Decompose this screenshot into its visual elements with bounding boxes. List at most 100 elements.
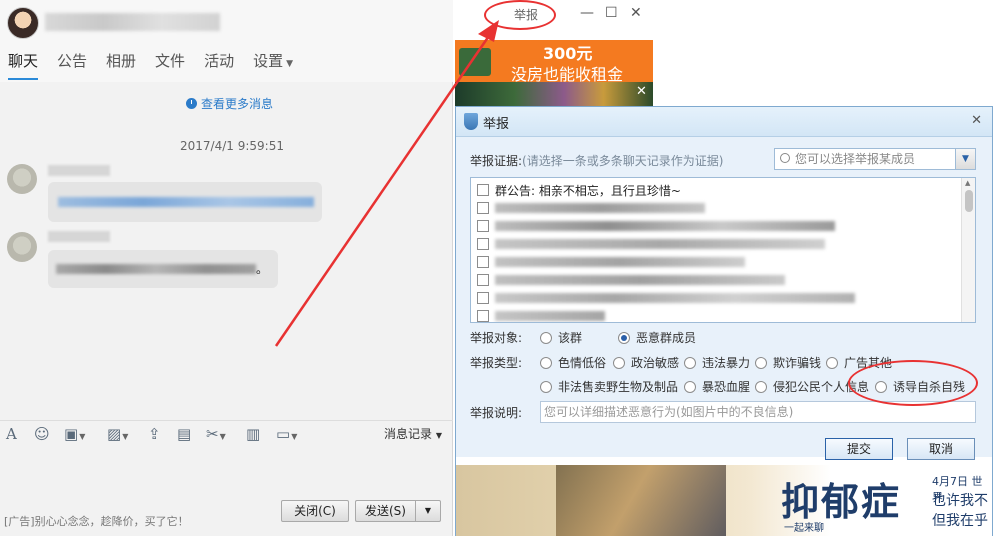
list-item[interactable]: 群公告: 相亲不相忘，且行且珍惜~ [477,182,681,198]
type-radio[interactable] [684,380,696,393]
type-radio-fraud[interactable]: 欺诈骗钱 [755,354,821,371]
screen-share-icon[interactable]: ▭▼ [276,426,297,445]
type-radio-political[interactable]: 政治敏感 [613,354,679,371]
send-options-button[interactable]: ▼ [415,500,441,522]
evidence-text-blurred [495,203,705,213]
target-member-label: 恶意群成员 [636,331,697,345]
list-item[interactable] [477,308,605,322]
type-radio[interactable] [613,356,625,369]
tab-album[interactable]: 相册 [106,50,136,80]
group-name-blurred [45,13,220,31]
evidence-checkbox[interactable] [477,184,489,196]
sender-avatar[interactable] [7,232,37,262]
message-text-blurred [56,264,256,274]
tab-chat[interactable]: 聊天 [8,50,39,80]
target-radio-member[interactable]: 恶意群成员 [618,329,696,346]
group-avatar[interactable] [7,7,39,39]
annotation-ellipse-report [484,0,556,30]
list-item[interactable] [477,272,785,288]
message-record-button[interactable]: 消息记录 ▼ [384,425,442,442]
chevron-down-icon: ▼ [291,432,298,441]
list-item[interactable] [477,290,855,306]
scroll-thumb[interactable] [965,190,973,212]
scissors-icon[interactable]: ✂▼ [206,426,226,445]
type-radio-violence[interactable]: 违法暴力 [684,354,750,371]
upload-icon[interactable]: ⇪ [148,426,161,442]
evidence-text-blurred [495,239,825,249]
tab-settings[interactable]: 设置 ▼ [253,50,293,80]
evidence-checkbox[interactable] [477,256,489,268]
list-item[interactable] [477,200,705,216]
type-radio[interactable] [684,356,696,369]
evidence-hint: (请选择一条或多条聊天记录作为证据) [522,154,724,168]
bottom-ad-text[interactable]: [广告]别心心念念，趁降价，买了它！ [4,513,189,529]
cancel-button[interactable]: 取消 [907,438,975,460]
evidence-checkbox[interactable] [477,292,489,304]
evidence-checkbox[interactable] [477,238,489,250]
banner-illustration [556,465,726,536]
type-radio[interactable] [540,380,552,393]
evidence-checkbox[interactable] [477,202,489,214]
emoji-icon[interactable]: ☺ [34,426,50,442]
image-icon[interactable]: ▨▼ [107,426,128,445]
font-icon[interactable]: A [6,426,17,442]
chevron-down-icon: ▼ [79,432,86,441]
evidence-checkbox[interactable] [477,274,489,286]
send-button[interactable]: 发送(S) [355,500,415,522]
clipboard-icon[interactable]: ▥ [246,426,260,442]
type-label-text: 政治敏感 [631,356,680,370]
list-item[interactable] [477,254,745,270]
type-radio-terror[interactable]: 暴恐血腥 [684,378,750,395]
submit-button[interactable]: 提交 [825,438,893,460]
evidence-text-blurred [495,221,835,231]
type-radio[interactable] [755,356,767,369]
target-radio-group-radio[interactable] [540,331,552,344]
tab-activity[interactable]: 活动 [204,50,234,80]
type-radio-porn[interactable]: 色情低俗 [540,354,606,371]
scroll-up-icon[interactable]: ▲ [965,179,970,187]
tab-chat-label: 聊天 [8,52,39,70]
list-item[interactable] [477,218,835,234]
ad-close-icon[interactable]: ✕ [636,84,647,99]
sender-avatar[interactable] [7,164,37,194]
minimize-icon[interactable]: — [580,5,594,21]
tab-files[interactable]: 文件 [155,50,185,80]
dialog-close-icon[interactable]: ✕ [971,113,982,128]
evidence-text-blurred [495,311,605,321]
chevron-down-icon: ▼ [286,59,294,69]
report-dialog: 举报 ✕ 举报证据:(请选择一条或多条聊天记录作为证据) 您可以选择举报某成员 … [455,106,993,536]
type-label: 举报类型: [470,356,523,370]
type-radio[interactable] [826,356,838,369]
type-radio[interactable] [755,380,767,393]
evidence-checkbox[interactable] [477,220,489,232]
message-bubble[interactable] [48,182,322,222]
close-button[interactable]: 关闭(C) [281,500,349,522]
close-icon[interactable]: ✕ [630,5,642,21]
more-messages-link[interactable]: 查看更多消息 [186,95,273,112]
clock-icon [186,98,197,109]
member-search-input[interactable]: 您可以选择举报某成员 ▼ [774,148,976,170]
list-item[interactable] [477,236,825,252]
desc-label: 举报说明: [470,406,523,420]
message-record-label: 消息记录 [384,427,433,441]
dialog-body: 举报证据:(请选择一条或多条聊天记录作为证据) 您可以选择举报某成员 ▼ 群公告… [456,137,992,460]
type-radio[interactable] [540,356,552,369]
message-bubble[interactable]: 。 [48,250,278,288]
depression-ad-banner[interactable]: 抑郁症 一起来聊 4月7日 世界 也许我不 但我在乎 [456,465,992,536]
type-radio-wildlife[interactable]: 非法售卖野生物及制品 [540,378,678,395]
ad-image[interactable] [455,82,653,106]
screenshot-root: 聊天 公告 相册 文件 活动 设置 ▼ 查看更多消息 2017/4/1 9:59:… [0,0,993,536]
target-radio-group[interactable]: 该群 [540,329,582,346]
maximize-icon[interactable]: ☐ [605,5,618,21]
tab-announcement[interactable]: 公告 [57,50,87,80]
evidence-text-blurred [495,257,745,267]
gift-icon[interactable]: ▤ [177,426,191,442]
chevron-down-icon[interactable]: ▼ [955,149,975,169]
rent-ad-banner[interactable]: 300元 没房也能收租金 [455,40,653,84]
target-radio-member-radio[interactable] [618,331,630,344]
evidence-checkbox[interactable] [477,310,489,322]
sender-name-blurred [48,165,110,176]
evidence-scrollbar[interactable]: ▲ [961,178,975,322]
gif-icon[interactable]: ▣▼ [64,426,85,445]
tab-announcement-label: 公告 [57,52,88,70]
